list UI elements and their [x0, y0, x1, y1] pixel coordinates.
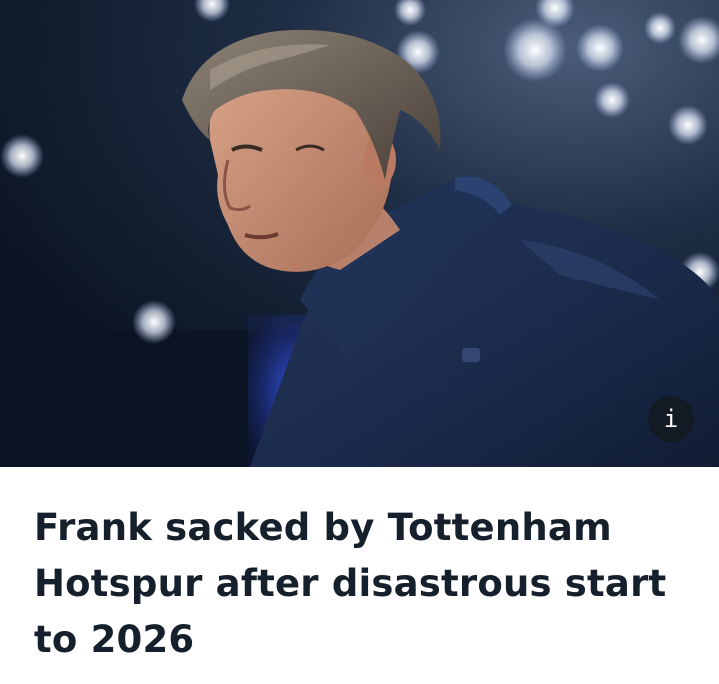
photo-of-man-icon: [0, 0, 719, 467]
article-headline[interactable]: Frank sacked by Tottenham Hotspur after …: [34, 500, 694, 668]
info-button[interactable]: i: [648, 396, 694, 442]
article-image[interactable]: i: [0, 0, 719, 467]
news-card[interactable]: i Frank sacked by Tottenham Hotspur afte…: [0, 0, 719, 684]
info-icon: i: [663, 405, 679, 433]
